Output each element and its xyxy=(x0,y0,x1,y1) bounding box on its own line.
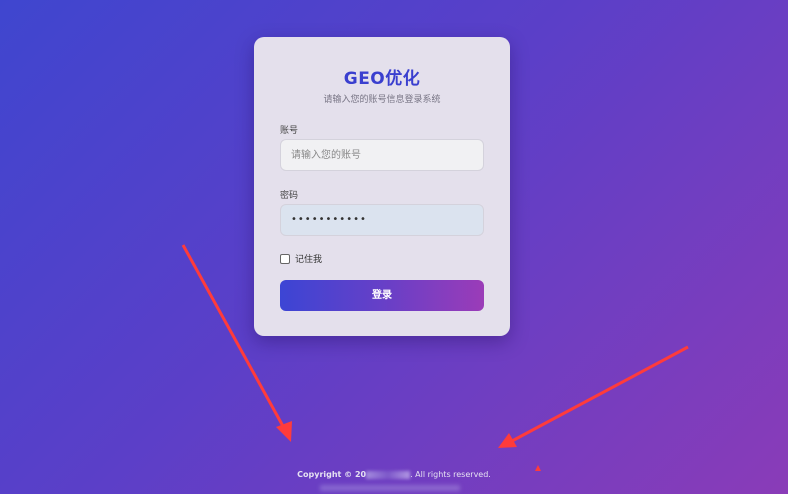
annotation-arrow-left xyxy=(181,244,292,442)
annotation-arrow-right xyxy=(498,345,689,448)
annotation-arrows xyxy=(181,244,689,471)
annotation-arrow-tip xyxy=(535,465,541,471)
